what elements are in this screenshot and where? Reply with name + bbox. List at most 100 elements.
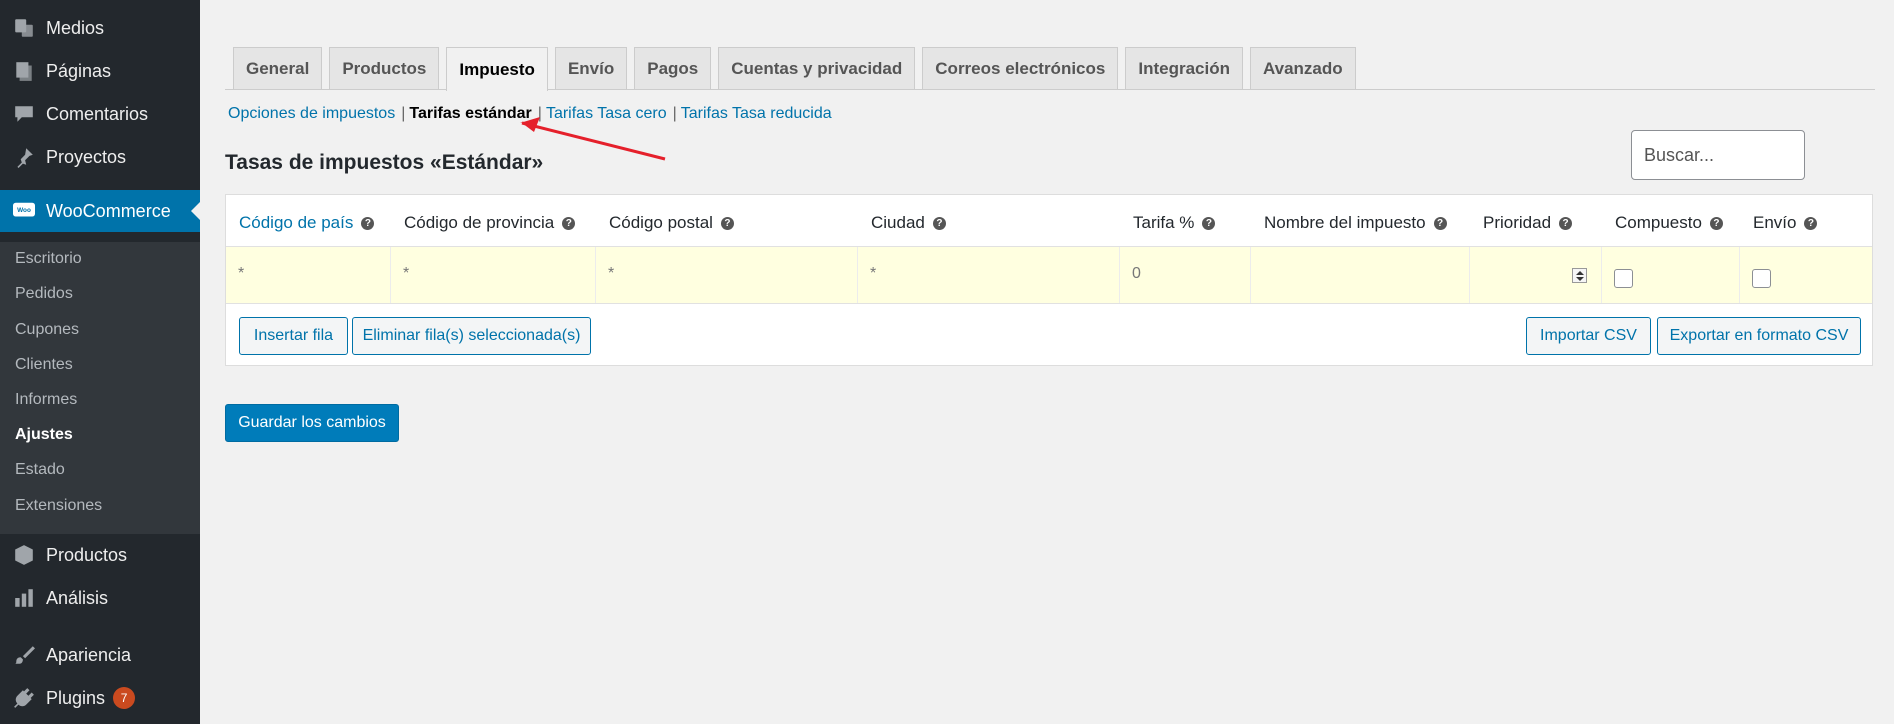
box-icon bbox=[12, 543, 36, 567]
header-label: Código postal bbox=[609, 213, 713, 232]
cell-postcode[interactable]: * bbox=[596, 247, 858, 303]
column-header-compound: Compuesto? bbox=[1615, 213, 1723, 233]
save-changes-button[interactable]: Guardar los cambios bbox=[225, 404, 399, 442]
header-label: Compuesto bbox=[1615, 213, 1702, 232]
compound-checkbox[interactable] bbox=[1614, 269, 1633, 288]
menu-item-proyectos[interactable]: Proyectos bbox=[0, 136, 200, 178]
menu-item-productos[interactable]: Productos bbox=[0, 534, 200, 576]
menu-label: Plugins bbox=[46, 687, 106, 708]
cell-priority[interactable] bbox=[1470, 247, 1602, 303]
export-csv-button[interactable]: Exportar en formato CSV bbox=[1657, 317, 1861, 355]
remove-rows-button[interactable]: Eliminar fila(s) seleccionada(s) bbox=[352, 317, 591, 355]
column-header-tax-name: Nombre del impuesto? bbox=[1264, 213, 1447, 233]
menu-item-comentarios[interactable]: Comentarios bbox=[0, 93, 200, 135]
help-icon[interactable]: ? bbox=[1559, 216, 1573, 230]
header-label: Envío bbox=[1753, 213, 1797, 232]
column-header-country[interactable]: Código de país? bbox=[239, 213, 375, 233]
cell-rate[interactable]: 0 bbox=[1120, 247, 1251, 303]
help-icon[interactable]: ? bbox=[1202, 216, 1216, 230]
help-icon[interactable]: ? bbox=[361, 216, 375, 230]
help-icon[interactable]: ? bbox=[1804, 216, 1818, 230]
insert-row-button[interactable]: Insertar fila bbox=[239, 317, 348, 355]
column-header-city: Ciudad? bbox=[871, 213, 946, 233]
search-input[interactable] bbox=[1631, 130, 1805, 180]
menu-item-apariencia[interactable]: Apariencia bbox=[0, 634, 200, 676]
menu-label: Apariencia bbox=[46, 644, 132, 665]
woo-icon: Woo bbox=[12, 199, 36, 223]
cell-state[interactable]: * bbox=[391, 247, 596, 303]
help-icon[interactable]: ? bbox=[1433, 216, 1447, 230]
help-icon[interactable]: ? bbox=[1709, 216, 1723, 230]
table-row: * * * * 0 bbox=[226, 246, 1872, 304]
menu-item-paginas[interactable]: Páginas bbox=[0, 50, 200, 92]
help-icon[interactable]: ? bbox=[932, 216, 946, 230]
chart-icon bbox=[12, 586, 36, 610]
menu-label: Medios bbox=[46, 17, 105, 38]
comments-icon bbox=[12, 102, 36, 126]
settings-tabs: General Productos Impuesto Envío Pagos C… bbox=[233, 47, 1363, 91]
help-icon[interactable]: ? bbox=[562, 216, 576, 230]
header-label: Código de país bbox=[239, 213, 354, 232]
menu-label: Productos bbox=[46, 544, 128, 565]
cell-country[interactable]: * bbox=[226, 247, 391, 303]
tax-rates-table: Código de país? Código de provincia? Cód… bbox=[225, 194, 1873, 366]
tab-productos[interactable]: Productos bbox=[329, 47, 440, 89]
subnav-tarifas-tasa-reducida[interactable]: Tarifas Tasa reducida bbox=[681, 105, 832, 122]
cell-shipping bbox=[1740, 247, 1872, 303]
menu-item-analisis[interactable]: Análisis bbox=[0, 577, 200, 619]
header-label: Prioridad bbox=[1483, 213, 1552, 232]
page-title: Tasas de impuestos «Estándar» bbox=[225, 151, 544, 174]
pin-icon bbox=[12, 145, 36, 169]
current-menu-arrow bbox=[191, 202, 200, 220]
tab-impuesto[interactable]: Impuesto bbox=[446, 47, 548, 91]
subnav-opciones-impuestos[interactable]: Opciones de impuestos bbox=[228, 105, 395, 122]
cell-tax-name[interactable] bbox=[1251, 247, 1470, 303]
tab-pagos[interactable]: Pagos bbox=[634, 47, 712, 89]
column-header-priority: Prioridad? bbox=[1483, 213, 1573, 233]
column-header-shipping: Envío? bbox=[1753, 213, 1818, 233]
menu-label: Comentarios bbox=[46, 103, 149, 124]
submenu-item-ajustes[interactable]: Ajustes bbox=[15, 426, 73, 444]
header-label: Tarifa % bbox=[1133, 213, 1195, 232]
submenu-item-estado[interactable]: Estado bbox=[15, 461, 65, 479]
pages-icon bbox=[12, 59, 36, 83]
column-header-postcode: Código postal? bbox=[609, 213, 734, 233]
tab-avanzado[interactable]: Avanzado bbox=[1249, 47, 1356, 89]
number-spinner[interactable] bbox=[1572, 268, 1587, 283]
svg-text:Woo: Woo bbox=[17, 207, 31, 214]
tab-integracion[interactable]: Integración bbox=[1125, 47, 1243, 89]
admin-sidebar: Medios Páginas Comentarios Proyectos Woo… bbox=[0, 0, 200, 724]
menu-item-plugins[interactable]: Plugins 7 bbox=[0, 677, 200, 719]
menu-label: Páginas bbox=[46, 60, 112, 81]
import-csv-button[interactable]: Importar CSV bbox=[1526, 317, 1651, 355]
column-header-rate: Tarifa %? bbox=[1133, 213, 1216, 233]
plugins-update-badge: 7 bbox=[113, 687, 136, 709]
plug-icon bbox=[12, 686, 36, 710]
menu-label: WooCommerce bbox=[46, 200, 171, 221]
woocommerce-submenu: Escritorio Pedidos Cupones Clientes Info… bbox=[0, 242, 200, 534]
tab-correos[interactable]: Correos electrónicos bbox=[922, 47, 1119, 89]
header-label: Ciudad bbox=[871, 213, 925, 232]
shipping-checkbox[interactable] bbox=[1752, 269, 1771, 288]
tab-cuentas-privacidad[interactable]: Cuentas y privacidad bbox=[718, 47, 916, 89]
cell-compound bbox=[1602, 247, 1740, 303]
header-label: Código de provincia bbox=[404, 213, 555, 232]
submenu-item-informes[interactable]: Informes bbox=[15, 391, 77, 409]
cell-city[interactable]: * bbox=[858, 247, 1120, 303]
menu-label: Análisis bbox=[46, 587, 109, 608]
tab-envio[interactable]: Envío bbox=[554, 47, 628, 89]
submenu-item-pedidos[interactable]: Pedidos bbox=[15, 285, 73, 303]
tab-general[interactable]: General bbox=[233, 47, 323, 89]
column-header-state: Código de provincia? bbox=[404, 213, 576, 233]
menu-label: Proyectos bbox=[46, 146, 127, 167]
media-icon bbox=[12, 16, 36, 40]
menu-item-medios[interactable]: Medios bbox=[0, 7, 200, 49]
submenu-item-cupones[interactable]: Cupones bbox=[15, 321, 79, 339]
help-icon[interactable]: ? bbox=[720, 216, 734, 230]
menu-item-woocommerce[interactable]: Woo WooCommerce bbox=[0, 190, 200, 232]
header-label: Nombre del impuesto bbox=[1264, 213, 1426, 232]
separator: | bbox=[401, 105, 406, 122]
submenu-item-extensiones[interactable]: Extensiones bbox=[15, 497, 102, 515]
submenu-item-escritorio[interactable]: Escritorio bbox=[15, 250, 82, 268]
submenu-item-clientes[interactable]: Clientes bbox=[15, 356, 73, 374]
